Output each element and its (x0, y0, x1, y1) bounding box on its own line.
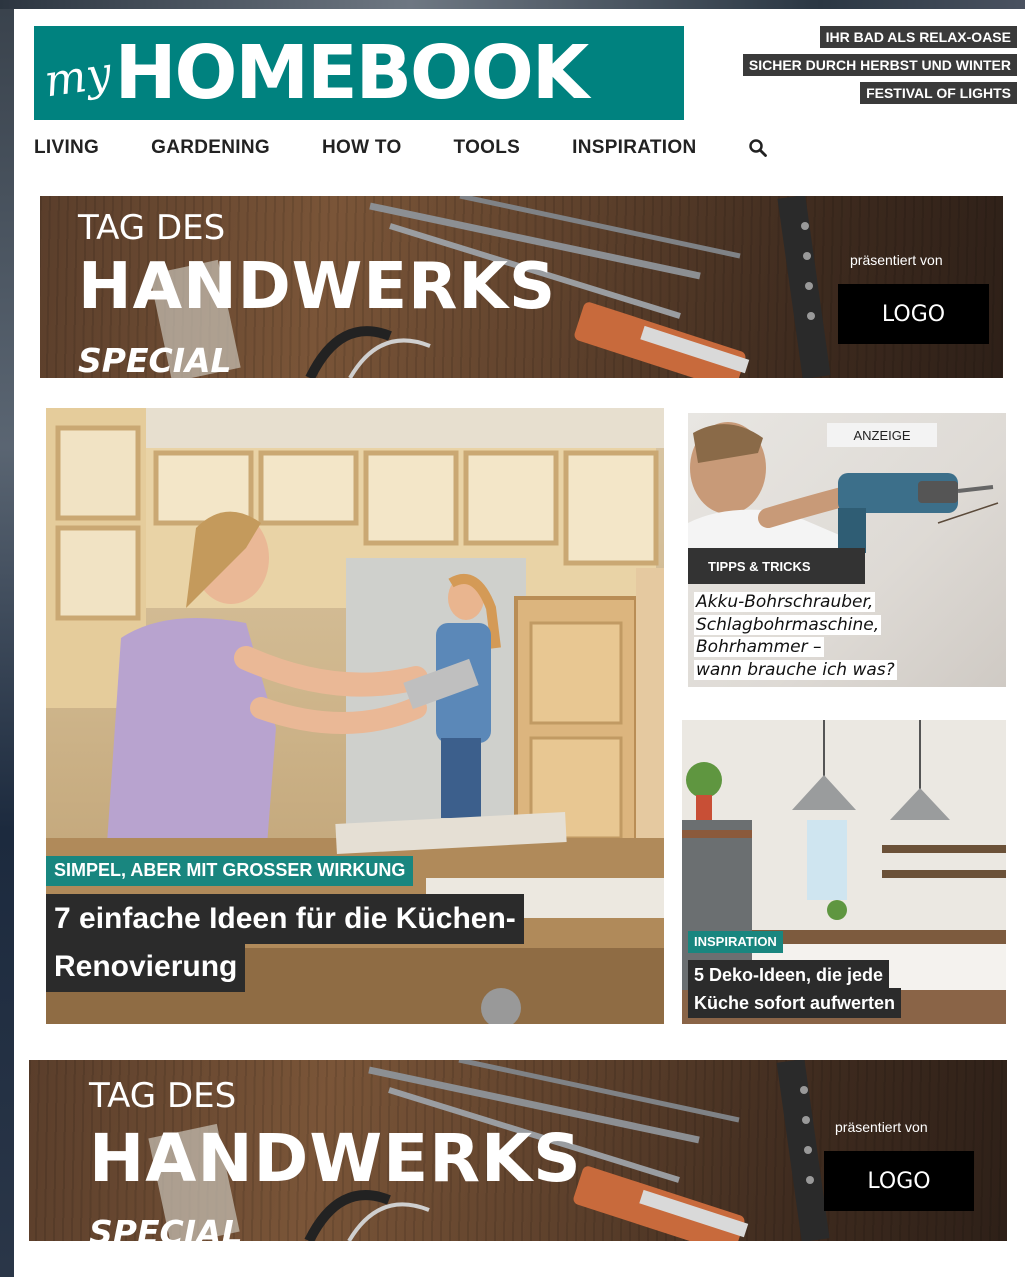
card-kitchen-headline-line1: 5 Deko-Ideen, die jede (688, 960, 890, 990)
site-logo[interactable]: my HOMEBOOK (34, 26, 684, 120)
banner-title: HANDWERKS (89, 1120, 582, 1197)
logo-text: HOMEBOOK (114, 30, 590, 116)
nav-item-living[interactable]: LIVING (34, 137, 99, 159)
nav-item-tools[interactable]: TOOLS (454, 137, 521, 159)
card-drill-title-line2: Schlagbohrmaschine, (694, 614, 882, 635)
sponsor-logo[interactable]: LOGO (838, 284, 989, 344)
category-tag: INSPIRATION (688, 931, 783, 953)
sponsor-logo[interactable]: LOGO (824, 1151, 974, 1211)
card-drill-title: Akku-Bohrschrauber, Schlagbohrmaschine, … (694, 591, 994, 681)
special-banner-bottom[interactable]: TAG DES HANDWERKS SPECIAL präsentiert vo… (29, 1060, 1007, 1241)
logo-prefix: my (41, 47, 115, 107)
promo-link-bad[interactable]: IHR BAD ALS RELAX-OASE (819, 26, 1017, 48)
card-drill-title-line3: Bohrhammer – (694, 637, 824, 657)
card-drill-title-line4: wann brauche ich was? (694, 659, 897, 680)
hero-kicker: SIMPEL, ABER MIT GROSSER WIRKUNG (46, 856, 414, 886)
category-tag: TIPPS & TRICKS (688, 548, 865, 584)
nav-item-gardening[interactable]: GARDENING (151, 137, 270, 159)
banner-special: SPECIAL (78, 341, 232, 378)
promo-link-festival[interactable]: FESTIVAL OF LIGHTS (860, 82, 1017, 104)
background-edge (0, 0, 14, 1277)
nav-item-how-to[interactable]: HOW TO (322, 137, 402, 159)
promo-links: IHR BAD ALS RELAX-OASE SICHER DURCH HERB… (742, 26, 1017, 104)
banner-special: SPECIAL (89, 1213, 243, 1241)
hero-headline-line1: 7 einfache Ideen für die Küchen- (46, 894, 524, 944)
article-card-drill[interactable]: ANZEIGE TIPPS & TRICKS Akku-Bohrschraube… (688, 413, 1006, 687)
banner-presented-by: präsentiert von (835, 1119, 928, 1135)
special-banner-top[interactable]: TAG DES HANDWERKS SPECIAL präsentiert vo… (40, 196, 1003, 378)
banner-subtitle: TAG DES (89, 1076, 237, 1116)
promo-link-herbst[interactable]: SICHER DURCH HERBST UND WINTER (742, 54, 1017, 76)
hero-article[interactable]: SIMPEL, ABER MIT GROSSER WIRKUNG 7 einfa… (46, 408, 664, 1024)
background-edge-top (0, 0, 1025, 9)
card-kitchen-headline-line2: Küche sofort aufwerten (688, 988, 902, 1018)
main-nav: LIVING GARDENING HOW TO TOOLS INSPIRATIO… (34, 137, 768, 159)
ad-label: ANZEIGE (827, 423, 937, 447)
nav-item-inspiration[interactable]: INSPIRATION (572, 137, 696, 159)
banner-presented-by: präsentiert von (850, 252, 943, 268)
page: my HOMEBOOK IHR BAD ALS RELAX-OASE SICHE… (14, 9, 1025, 1277)
banner-subtitle: TAG DES (78, 208, 226, 248)
article-card-kitchen[interactable]: INSPIRATION 5 Deko-Ideen, die jede Küche… (682, 720, 1006, 1024)
hero-headline-line2: Renovierung (46, 942, 246, 992)
banner-title: HANDWERKS (78, 250, 557, 324)
card-drill-title-line1: Akku-Bohrschrauber, (694, 592, 876, 612)
search-icon[interactable] (748, 138, 768, 158)
